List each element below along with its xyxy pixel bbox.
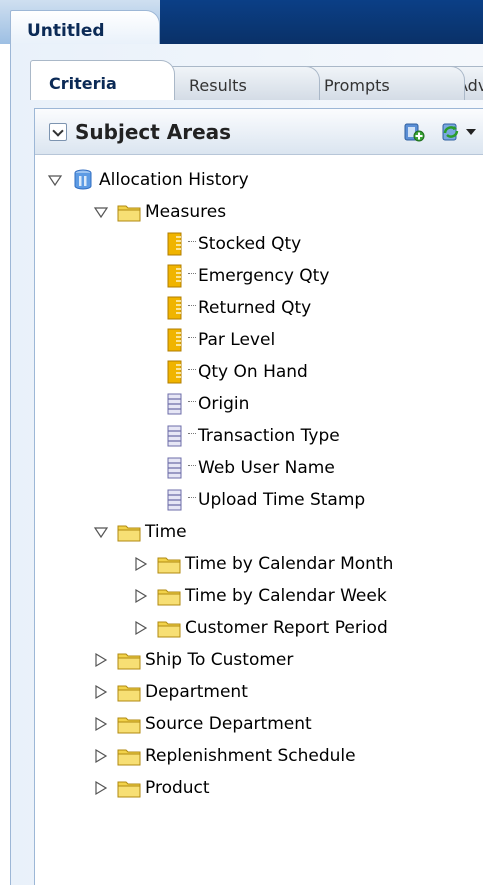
- tree-node-measure[interactable]: Par Level: [167, 325, 275, 355]
- tree-node-label: Product: [145, 778, 210, 798]
- tab-prompts[interactable]: Prompts: [305, 66, 465, 100]
- tree-node-time-child[interactable]: Customer Report Period: [133, 613, 388, 643]
- folder-icon: [117, 653, 141, 670]
- subject-areas-header: Subject Areas: [35, 109, 483, 155]
- tree-connector: [188, 240, 196, 242]
- tree-node-folder[interactable]: Ship To Customer: [93, 645, 293, 675]
- folder-icon: [117, 749, 141, 766]
- tree-connector: [188, 496, 196, 498]
- panel-title: Subject Areas: [75, 120, 232, 144]
- tree-node-measure[interactable]: Emergency Qty: [167, 261, 329, 291]
- folder-icon: [117, 205, 141, 222]
- tree-connector: [188, 368, 196, 370]
- tree-connector: [188, 272, 196, 274]
- tree-node-label: Time: [145, 522, 187, 542]
- attribute-column-icon: [167, 425, 182, 447]
- tree-connector: [188, 432, 196, 434]
- subject-areas-panel: Subject Areas Allocation History Measure…: [34, 108, 483, 885]
- refresh-icon[interactable]: [439, 121, 463, 143]
- tree-node-attribute[interactable]: Origin: [167, 389, 249, 419]
- attribute-column-icon: [167, 393, 182, 415]
- tree-node-measure[interactable]: Returned Qty: [167, 293, 311, 323]
- collapsed-triangle-icon[interactable]: [93, 652, 109, 668]
- tree-node-label: Par Level: [198, 330, 276, 350]
- tree-node-time-child[interactable]: Time by Calendar Month: [133, 549, 393, 579]
- add-subject-area-icon[interactable]: [403, 121, 425, 143]
- tree-node-label: Stocked Qty: [198, 234, 302, 254]
- attribute-column-icon: [167, 489, 182, 511]
- tree-node-label: Replenishment Schedule: [145, 746, 356, 766]
- folder-icon: [157, 621, 181, 638]
- tree-node-label: Returned Qty: [198, 298, 312, 318]
- tree-node-label: Measures: [145, 202, 227, 222]
- folder-icon: [117, 685, 141, 702]
- tree-node-label: Upload Time Stamp: [198, 490, 366, 510]
- tree-node-folder[interactable]: Replenishment Schedule: [93, 741, 356, 771]
- attribute-column-icon: [167, 457, 182, 479]
- measure-column-icon: [167, 360, 182, 384]
- collapsed-triangle-icon[interactable]: [93, 684, 109, 700]
- tree-node-measures-folder[interactable]: Measures: [93, 197, 226, 227]
- tree-node-label: Allocation History: [99, 170, 249, 190]
- tree-node-measure[interactable]: Stocked Qty: [167, 229, 301, 259]
- tree-connector: [188, 304, 196, 306]
- measure-column-icon: [167, 232, 182, 256]
- collapsed-triangle-icon[interactable]: [93, 716, 109, 732]
- tree-node-label: Customer Report Period: [185, 618, 388, 638]
- tree-node-label: Web User Name: [198, 458, 335, 478]
- tree-node-folder[interactable]: Department: [93, 677, 248, 707]
- folder-icon: [157, 557, 181, 574]
- tree-node-label: Origin: [198, 394, 250, 414]
- tree-connector: [188, 336, 196, 338]
- tree-node-attribute[interactable]: Upload Time Stamp: [167, 485, 365, 515]
- chevron-down-icon[interactable]: [466, 129, 476, 135]
- tree-node-attribute[interactable]: Transaction Type: [167, 421, 340, 451]
- document-tab-bar: Untitled: [0, 0, 483, 44]
- tree-node-label: Department: [145, 682, 248, 702]
- tree-node-label: Transaction Type: [198, 426, 340, 446]
- tree-node-measure[interactable]: Qty On Hand: [167, 357, 308, 387]
- measure-column-icon: [167, 264, 182, 288]
- expanded-triangle-icon[interactable]: [93, 204, 109, 220]
- tree-node-root[interactable]: Allocation History: [47, 165, 249, 195]
- tab-results[interactable]: Results: [170, 66, 320, 100]
- collapsed-triangle-icon[interactable]: [133, 588, 149, 604]
- expanded-triangle-icon[interactable]: [93, 524, 109, 540]
- collapsed-triangle-icon[interactable]: [133, 620, 149, 636]
- tree-node-time-child[interactable]: Time by Calendar Week: [133, 581, 387, 611]
- tree-node-label: Source Department: [145, 714, 312, 734]
- tree-node-label: Time by Calendar Week: [185, 586, 387, 606]
- folder-icon: [117, 525, 141, 542]
- collapsed-triangle-icon[interactable]: [133, 556, 149, 572]
- tree-node-label: Qty On Hand: [198, 362, 308, 382]
- analysis-tabs: Adv Prompts Results Criteria: [20, 60, 483, 100]
- collapsed-triangle-icon[interactable]: [93, 780, 109, 796]
- tree-node-folder[interactable]: Source Department: [93, 709, 312, 739]
- tree-node-label: Ship To Customer: [145, 650, 294, 670]
- measure-column-icon: [167, 328, 182, 352]
- tree-node-attribute[interactable]: Web User Name: [167, 453, 335, 483]
- tree-node-folder[interactable]: Product: [93, 773, 210, 803]
- measure-column-icon: [167, 296, 182, 320]
- folder-icon: [117, 717, 141, 734]
- subject-area-icon: [74, 169, 92, 190]
- tab-criteria[interactable]: Criteria: [30, 60, 175, 100]
- tree-node-time-folder[interactable]: Time: [93, 517, 187, 547]
- tree-node-label: Time by Calendar Month: [185, 554, 394, 574]
- folder-icon: [157, 589, 181, 606]
- document-tab-bar-background: [160, 0, 483, 44]
- document-tab-untitled[interactable]: Untitled: [10, 10, 160, 44]
- folder-icon: [117, 781, 141, 798]
- expanded-triangle-icon[interactable]: [47, 172, 63, 188]
- tree-connector: [188, 400, 196, 402]
- collapse-panel-button[interactable]: [49, 123, 67, 141]
- collapsed-triangle-icon[interactable]: [93, 748, 109, 764]
- tree-node-label: Emergency Qty: [198, 266, 330, 286]
- tree-connector: [188, 464, 196, 466]
